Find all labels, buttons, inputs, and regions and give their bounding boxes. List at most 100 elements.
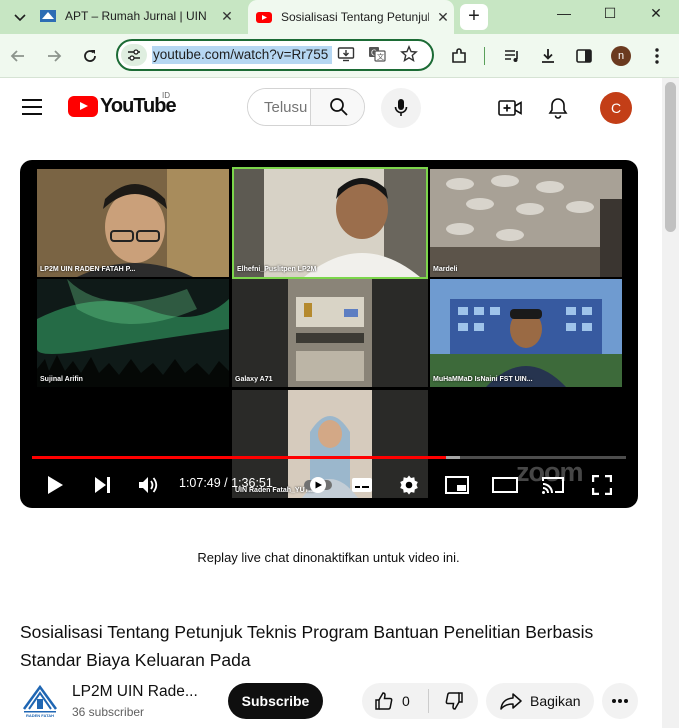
volume-icon (139, 477, 158, 493)
channel-logo[interactable]: RADEN FATAH (20, 681, 60, 721)
participant-video (234, 169, 426, 277)
participant-name: Sujinal Arifin (40, 376, 83, 383)
settings-button[interactable] (394, 470, 424, 500)
close-tab-icon[interactable]: ✕ (435, 9, 451, 26)
subscriber-count: 36 subscriber (72, 705, 145, 719)
tab-title: APT – Rumah Jurnal | UIN (65, 9, 207, 23)
tab-search-icon[interactable] (6, 3, 34, 31)
profile-avatar[interactable]: n (607, 42, 635, 70)
cast-icon (542, 477, 564, 494)
close-window-button[interactable]: ✕ (633, 0, 679, 28)
tab-title: Sosialisasi Tentang Petunjuk (281, 10, 429, 24)
bookmark-star-icon[interactable] (400, 45, 418, 68)
search-box (247, 88, 365, 126)
theater-mode-icon (492, 477, 518, 493)
profile-initial: n (611, 46, 631, 66)
play-button[interactable] (40, 470, 70, 500)
browser-tab-strip: APT – Rumah Jurnal | UIN ✕ Sosialisasi T… (0, 0, 679, 34)
mute-button[interactable] (134, 470, 164, 500)
like-dislike-group: 0 (362, 683, 478, 719)
dislike-button[interactable] (429, 683, 478, 719)
share-arrow-icon (500, 693, 522, 710)
account-avatar[interactable]: C (600, 92, 632, 124)
search-input[interactable] (248, 89, 310, 125)
progress-bar[interactable] (32, 456, 626, 459)
apt-logo-icon (40, 10, 56, 22)
share-button[interactable]: Bagikan (486, 683, 594, 719)
participant-tile: Mardeli (430, 169, 622, 277)
create-video-button[interactable] (496, 94, 524, 122)
participant-tile: Sujinal Arifin (37, 279, 229, 387)
fullscreen-icon (592, 475, 612, 495)
url-text[interactable]: youtube.com/watch?v=Rr755 (152, 46, 332, 64)
theater-mode-button[interactable] (490, 470, 520, 500)
thumbs-up-icon (375, 692, 393, 710)
microphone-icon (394, 99, 408, 116)
more-actions-button[interactable] (602, 683, 638, 719)
downloads-icon[interactable] (534, 42, 562, 70)
video-player[interactable]: LP2M UIN RADEN FATAH P... Elhefni_Puslit… (20, 160, 638, 508)
participant-tile: MuHaMMaD IsNaini FST UIN... (430, 279, 622, 387)
extensions-icon[interactable] (445, 42, 473, 70)
search-button[interactable] (310, 89, 364, 125)
toolbar-divider (484, 47, 485, 65)
subscribe-button[interactable]: Subscribe (228, 683, 323, 719)
cast-button[interactable] (538, 470, 568, 500)
voice-search-button[interactable] (381, 88, 421, 128)
create-video-icon (498, 100, 522, 116)
live-chat-replay-note: Replay live chat dinonaktifkan untuk vid… (197, 550, 460, 565)
participant-video (37, 279, 229, 387)
participant-tile-active-speaker: Elhefni_Puslitpen LP2M (232, 167, 428, 279)
channel-name[interactable]: LP2M UIN Rade... (72, 683, 198, 701)
share-label: Bagikan (530, 693, 581, 709)
browser-toolbar: youtube.com/watch?v=Rr755 G文 n (0, 34, 679, 78)
next-button[interactable] (87, 470, 117, 500)
autoplay-toggle-icon (304, 477, 332, 493)
minimize-button[interactable]: — (541, 0, 587, 28)
time-display: 1:07:49 / 1:36:51 (179, 476, 273, 490)
site-info-icon[interactable] (121, 44, 147, 66)
maximize-button[interactable]: ☐ (587, 0, 633, 28)
played-progress (32, 456, 446, 459)
forward-arrow-icon[interactable] (40, 42, 68, 70)
participant-video (430, 279, 622, 387)
back-arrow-icon[interactable] (4, 42, 32, 70)
miniplayer-button[interactable] (442, 470, 472, 500)
participant-name: Elhefni_Puslitpen LP2M (237, 266, 317, 273)
search-icon (330, 98, 348, 116)
notifications-button[interactable] (544, 94, 572, 122)
participant-name: Galaxy A71 (235, 376, 273, 383)
translate-icon[interactable]: G文 (368, 45, 386, 68)
hamburger-menu-icon[interactable] (22, 99, 42, 115)
participant-video (232, 279, 428, 387)
subtitles-button[interactable] (347, 470, 377, 500)
reload-icon[interactable] (76, 42, 104, 70)
participant-tile: Galaxy A71 (232, 279, 428, 387)
gear-icon (400, 475, 418, 495)
like-count: 0 (402, 693, 410, 709)
side-panel-icon[interactable] (570, 42, 598, 70)
youtube-icon (256, 12, 272, 23)
address-bar[interactable]: youtube.com/watch?v=Rr755 G文 (116, 39, 434, 71)
close-tab-icon[interactable]: ✕ (219, 8, 235, 25)
install-app-icon[interactable] (337, 45, 355, 68)
bell-icon (548, 98, 568, 119)
youtube-logo[interactable]: YouTube ID (68, 91, 177, 117)
autoplay-toggle[interactable] (303, 470, 333, 500)
browser-menu-icon[interactable] (643, 42, 671, 70)
like-button[interactable]: 0 (362, 683, 426, 719)
video-title: Sosialisasi Tentang Petunjuk Teknis Prog… (20, 622, 594, 670)
tab-rumah-jurnal[interactable]: APT – Rumah Jurnal | UIN ✕ (40, 2, 245, 30)
scrollbar-thumb[interactable] (665, 82, 676, 232)
tab-youtube-video[interactable]: Sosialisasi Tentang Petunjuk ✕ (248, 0, 454, 34)
new-tab-button[interactable]: + (460, 4, 488, 30)
channel-logo-caption: RADEN FATAH (25, 713, 55, 718)
play-icon (48, 476, 63, 494)
fullscreen-button[interactable] (587, 470, 617, 500)
media-control-icon[interactable] (498, 42, 526, 70)
participant-tile: LP2M UIN RADEN FATAH P... (37, 169, 229, 277)
country-code: ID (162, 91, 170, 100)
miniplayer-icon (445, 476, 469, 494)
participant-name: LP2M UIN RADEN FATAH P... (40, 266, 136, 273)
next-track-icon (95, 477, 110, 493)
